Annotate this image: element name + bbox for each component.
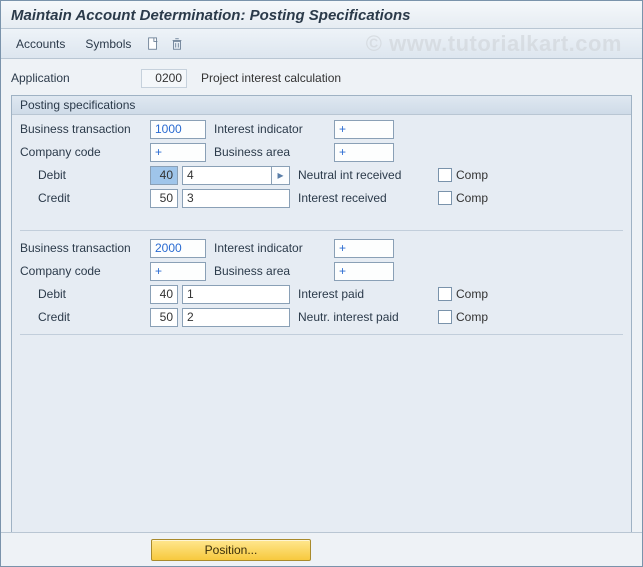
comp-code-input-1[interactable] <box>150 143 206 162</box>
window-title: Maintain Account Determination: Posting … <box>1 1 642 29</box>
int-ind-label: Interest indicator <box>214 241 334 255</box>
bus-area-label: Business area <box>214 145 334 159</box>
sap-window: Maintain Account Determination: Posting … <box>0 0 643 567</box>
debit-pk-1[interactable] <box>150 166 178 185</box>
box-title: Posting specifications <box>12 96 631 115</box>
bus-area-input-1[interactable] <box>334 143 394 162</box>
bus-trans-label: Business transaction <box>20 122 150 136</box>
credit-pk-2[interactable] <box>150 308 178 327</box>
debit-sym-1[interactable] <box>182 166 272 185</box>
debit-comp-chk-2[interactable] <box>438 287 452 301</box>
int-ind-label: Interest indicator <box>214 122 334 136</box>
posting-spec-box: Posting specifications Business transact… <box>11 95 632 538</box>
bus-trans-input-1[interactable] <box>150 120 206 139</box>
credit-label: Credit <box>20 310 150 324</box>
trash-icon[interactable] <box>166 33 188 55</box>
debit-comp-chk-1[interactable] <box>438 168 452 182</box>
debit-desc-1: Neutral int received <box>298 168 438 182</box>
bus-trans-input-2[interactable] <box>150 239 206 258</box>
empty-area <box>20 341 623 531</box>
toolbar: Accounts Symbols <box>1 29 642 59</box>
new-page-icon[interactable] <box>142 33 164 55</box>
comp-code-label: Company code <box>20 264 150 278</box>
comp-label: Comp <box>456 168 488 182</box>
accounts-button[interactable]: Accounts <box>7 33 74 55</box>
symbols-button[interactable]: Symbols <box>76 33 140 55</box>
debit-pk-2[interactable] <box>150 285 178 304</box>
position-button[interactable]: Position... <box>151 539 311 561</box>
debit-label: Debit <box>20 168 150 182</box>
debit-sym-2[interactable] <box>182 285 290 304</box>
comp-label: Comp <box>456 287 488 301</box>
credit-label: Credit <box>20 191 150 205</box>
bus-trans-label: Business transaction <box>20 241 150 255</box>
application-value <box>141 69 187 88</box>
debit-label: Debit <box>20 287 150 301</box>
credit-pk-1[interactable] <box>150 189 178 208</box>
debit-desc-2: Interest paid <box>298 287 438 301</box>
credit-sym-2[interactable] <box>182 308 290 327</box>
comp-label: Comp <box>456 310 488 324</box>
credit-comp-chk-1[interactable] <box>438 191 452 205</box>
credit-desc-2: Neutr. interest paid <box>298 310 438 324</box>
credit-sym-1[interactable] <box>182 189 290 208</box>
comp-label: Comp <box>456 191 488 205</box>
application-desc: Project interest calculation <box>201 71 341 85</box>
body: Application Project interest calculation… <box>1 59 642 546</box>
credit-comp-chk-2[interactable] <box>438 310 452 324</box>
f4-icon[interactable]: ▸ <box>272 166 290 185</box>
credit-desc-1: Interest received <box>298 191 438 205</box>
int-ind-input-2[interactable] <box>334 239 394 258</box>
comp-code-input-2[interactable] <box>150 262 206 281</box>
application-label: Application <box>11 71 141 85</box>
int-ind-input-1[interactable] <box>334 120 394 139</box>
footer: Position... <box>1 532 642 566</box>
comp-code-label: Company code <box>20 145 150 159</box>
bus-area-input-2[interactable] <box>334 262 394 281</box>
bus-area-label: Business area <box>214 264 334 278</box>
